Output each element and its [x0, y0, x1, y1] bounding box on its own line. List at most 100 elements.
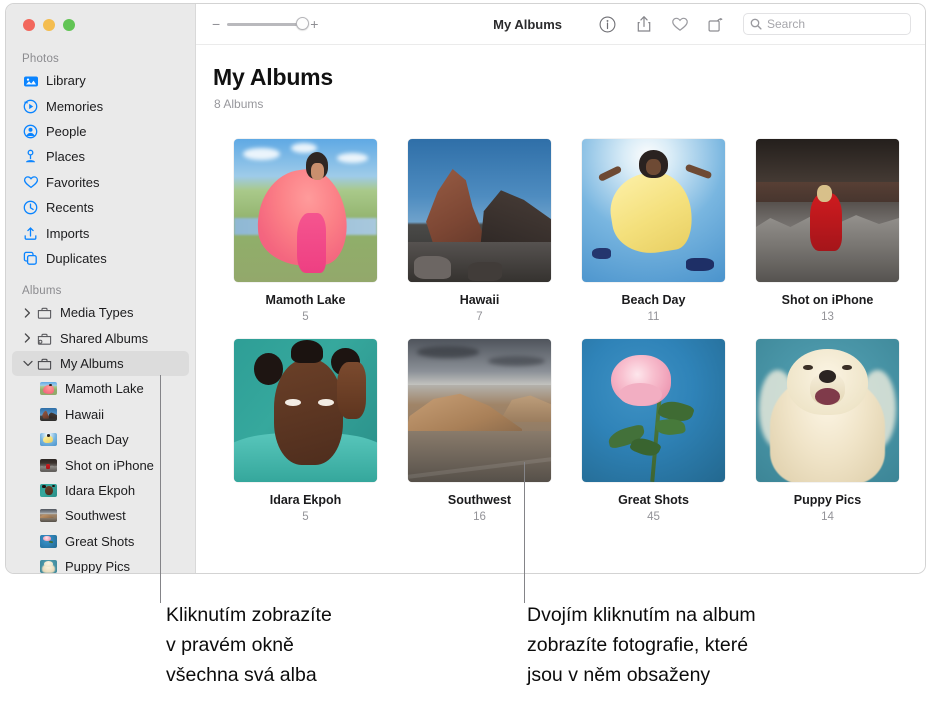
- album-cover[interactable]: [234, 139, 377, 282]
- photo-hawaii: [408, 139, 551, 282]
- sidebar-item-label: Imports: [46, 226, 89, 241]
- info-icon[interactable]: [598, 15, 617, 34]
- callout-leader-line: [524, 462, 525, 603]
- maximize-button[interactable]: [63, 19, 75, 31]
- heart-icon: [22, 174, 39, 191]
- sidebar-item-shot-on-iphone[interactable]: Shot on iPhone: [12, 452, 189, 477]
- album-cover[interactable]: [756, 339, 899, 482]
- sidebar-item-label: Memories: [46, 99, 103, 114]
- album-tile[interactable]: Mamoth Lake 5: [234, 139, 377, 323]
- album-count-label: 8 Albums: [196, 97, 925, 111]
- sidebar-item-favorites[interactable]: Favorites: [12, 170, 189, 195]
- zoom-slider-track[interactable]: [227, 23, 303, 26]
- album-tile[interactable]: Great Shots 45: [582, 339, 725, 523]
- zoom-in-label[interactable]: +: [310, 17, 318, 31]
- search-field[interactable]: Search: [743, 13, 911, 35]
- content-area: My Albums 8 Albums: [196, 45, 925, 573]
- sidebar-item-label: Favorites: [46, 175, 99, 190]
- heart-icon[interactable]: [670, 15, 689, 34]
- photo-beach-day: [582, 139, 725, 282]
- sidebar-item-memories[interactable]: Memories: [12, 93, 189, 118]
- duplicates-icon: [22, 250, 39, 267]
- photo-idara-ekpoh: [234, 339, 377, 482]
- chevron-right-icon[interactable]: [22, 333, 33, 343]
- sidebar-item-recents[interactable]: Recents: [12, 195, 189, 220]
- sidebar-item-great-shots[interactable]: Great Shots: [12, 529, 189, 554]
- album-cover[interactable]: [408, 139, 551, 282]
- photo-puppy-pics: [756, 339, 899, 482]
- rotate-icon[interactable]: [706, 15, 725, 34]
- sidebar-item-label: My Albums: [60, 356, 124, 371]
- zoom-out-label[interactable]: −: [212, 17, 220, 31]
- album-tile[interactable]: Southwest 16: [408, 339, 551, 523]
- album-tile[interactable]: Hawaii 7: [408, 139, 551, 323]
- album-item-count: 16: [408, 511, 551, 523]
- sidebar-item-idara-ekpoh[interactable]: Idara Ekpoh: [12, 478, 189, 503]
- chevron-right-icon[interactable]: [22, 308, 33, 318]
- zoom-slider[interactable]: − +: [212, 17, 318, 31]
- album-thumbnail-icon: [40, 560, 57, 573]
- sidebar-item-hawaii[interactable]: Hawaii: [12, 402, 189, 427]
- callout-label-grid: Dvojím kliknutím na album zobrazíte foto…: [527, 600, 756, 690]
- callout-leader-line: [160, 375, 161, 603]
- places-icon: [22, 148, 39, 165]
- sidebar-item-label: Hawaii: [65, 407, 104, 422]
- sidebar-item-label: Shot on iPhone: [65, 458, 154, 473]
- album-tile[interactable]: Idara Ekpoh 5: [234, 339, 377, 523]
- sidebar-item-label: Great Shots: [65, 534, 134, 549]
- sidebar-item-label: People: [46, 124, 86, 139]
- sidebar-item-mamoth-lake[interactable]: Mamoth Lake: [12, 376, 189, 401]
- sidebar-item-southwest[interactable]: Southwest: [12, 503, 189, 528]
- share-icon[interactable]: [634, 15, 653, 34]
- album-thumbnail-icon: [40, 459, 57, 472]
- photo-shot-on-iphone: [756, 139, 899, 282]
- zoom-slider-thumb[interactable]: [296, 17, 309, 30]
- album-tile[interactable]: Puppy Pics 14: [756, 339, 899, 523]
- traffic-lights: [6, 4, 195, 31]
- album-thumbnail-icon: [40, 382, 57, 395]
- album-cover[interactable]: [408, 339, 551, 482]
- sidebar-item-imports[interactable]: Imports: [12, 220, 189, 245]
- folder-icon: [36, 355, 53, 372]
- sidebar-item-shared-albums[interactable]: Shared Albums: [12, 326, 189, 351]
- album-tile[interactable]: Beach Day 11: [582, 139, 725, 323]
- album-title: Hawaii: [408, 293, 551, 307]
- album-thumbnail-icon: [40, 433, 57, 446]
- album-cover[interactable]: [234, 339, 377, 482]
- sidebar-section-header-albums: Albums: [6, 285, 195, 300]
- sidebar-section-header-photos: Photos: [6, 53, 195, 68]
- memories-icon: [22, 98, 39, 115]
- photo-mamoth-lake: [234, 139, 377, 282]
- album-title: Idara Ekpoh: [234, 493, 377, 507]
- chevron-down-icon[interactable]: [22, 360, 33, 367]
- sidebar-item-places[interactable]: Places: [12, 144, 189, 169]
- albums-grid: Mamoth Lake 5 Hawaii 7: [196, 111, 925, 523]
- album-tile[interactable]: Shot on iPhone 13: [756, 139, 899, 323]
- sidebar-item-library[interactable]: Library: [12, 68, 189, 93]
- library-icon: [22, 72, 39, 89]
- sidebar-item-label: Duplicates: [46, 251, 107, 266]
- sidebar-item-people[interactable]: People: [12, 119, 189, 144]
- album-cover[interactable]: [756, 139, 899, 282]
- sidebar-item-duplicates[interactable]: Duplicates: [12, 246, 189, 271]
- sidebar-item-media-types[interactable]: Media Types: [12, 300, 189, 325]
- close-button[interactable]: [23, 19, 35, 31]
- sidebar-item-my-albums[interactable]: My Albums: [12, 351, 189, 376]
- import-icon: [22, 225, 39, 242]
- photo-southwest: [408, 339, 551, 482]
- album-title: Mamoth Lake: [234, 293, 377, 307]
- album-cover[interactable]: [582, 139, 725, 282]
- album-cover[interactable]: [582, 339, 725, 482]
- minimize-button[interactable]: [43, 19, 55, 31]
- album-thumbnail-icon: [40, 408, 57, 421]
- toolbar-title: My Albums: [493, 17, 562, 32]
- sidebar-item-beach-day[interactable]: Beach Day: [12, 427, 189, 452]
- search-input[interactable]: Search: [767, 17, 805, 31]
- album-item-count: 13: [756, 311, 899, 323]
- album-thumbnail-icon: [40, 484, 57, 497]
- sidebar-item-label: Library: [46, 73, 86, 88]
- album-item-count: 5: [234, 511, 377, 523]
- sidebar-item-label: Mamoth Lake: [65, 381, 144, 396]
- sidebar-item-puppy-pics[interactable]: Puppy Pics: [12, 554, 189, 574]
- people-icon: [22, 123, 39, 140]
